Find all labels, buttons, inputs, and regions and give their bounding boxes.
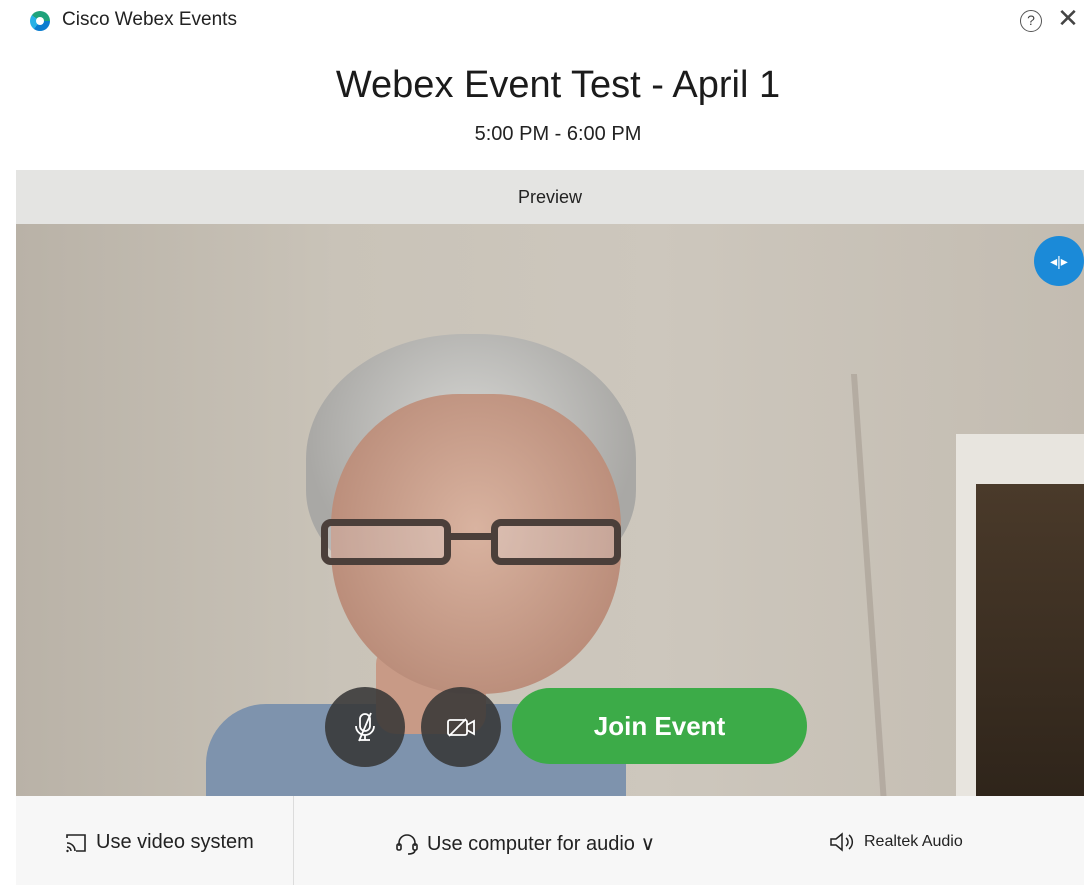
preview-label: Preview [517, 187, 583, 207]
microphone-muted-icon [355, 712, 375, 742]
glasses-bridge [449, 533, 493, 540]
background-wall-edge [850, 374, 888, 796]
event-time: 5:00 PM - 6:00 PM [474, 123, 642, 145]
close-icon[interactable]: ✕ [1056, 6, 1080, 34]
person-glasses [321, 519, 626, 569]
mute-button[interactable] [325, 687, 405, 767]
join-event-button[interactable]: Join Event [512, 688, 807, 764]
use-video-system-button[interactable]: Use video system [64, 831, 254, 854]
audio-connection-dropdown[interactable]: Use computer for audio ∨ [395, 831, 655, 856]
cast-icon [66, 833, 86, 852]
speaker-label: Realtek Audio [864, 833, 963, 850]
headset-icon [396, 833, 418, 855]
preview-header: Preview [16, 170, 1084, 224]
help-icon[interactable]: ? [1020, 10, 1042, 32]
footer-divider [293, 796, 294, 885]
mirror-icon: ◂|▸ [1050, 253, 1068, 269]
stop-video-button[interactable] [421, 687, 501, 767]
event-title: Webex Event Test - April 1 [335, 64, 781, 106]
background-doorway [976, 484, 1084, 796]
title-bar: Cisco Webex Events ? ✕ [0, 0, 1084, 44]
webex-logo-icon [30, 11, 50, 31]
glasses-lens-right [491, 519, 621, 565]
audio-connection-label: Use computer for audio ∨ [427, 833, 656, 855]
mirror-view-button[interactable]: ◂|▸ [1034, 236, 1084, 286]
camera-off-icon [447, 718, 475, 737]
speaker-icon [830, 832, 854, 852]
app-title: Cisco Webex Events [62, 9, 237, 30]
use-video-system-label: Use video system [96, 831, 254, 853]
speaker-selector[interactable]: Realtek Audio [828, 831, 963, 853]
glasses-lens-left [321, 519, 451, 565]
